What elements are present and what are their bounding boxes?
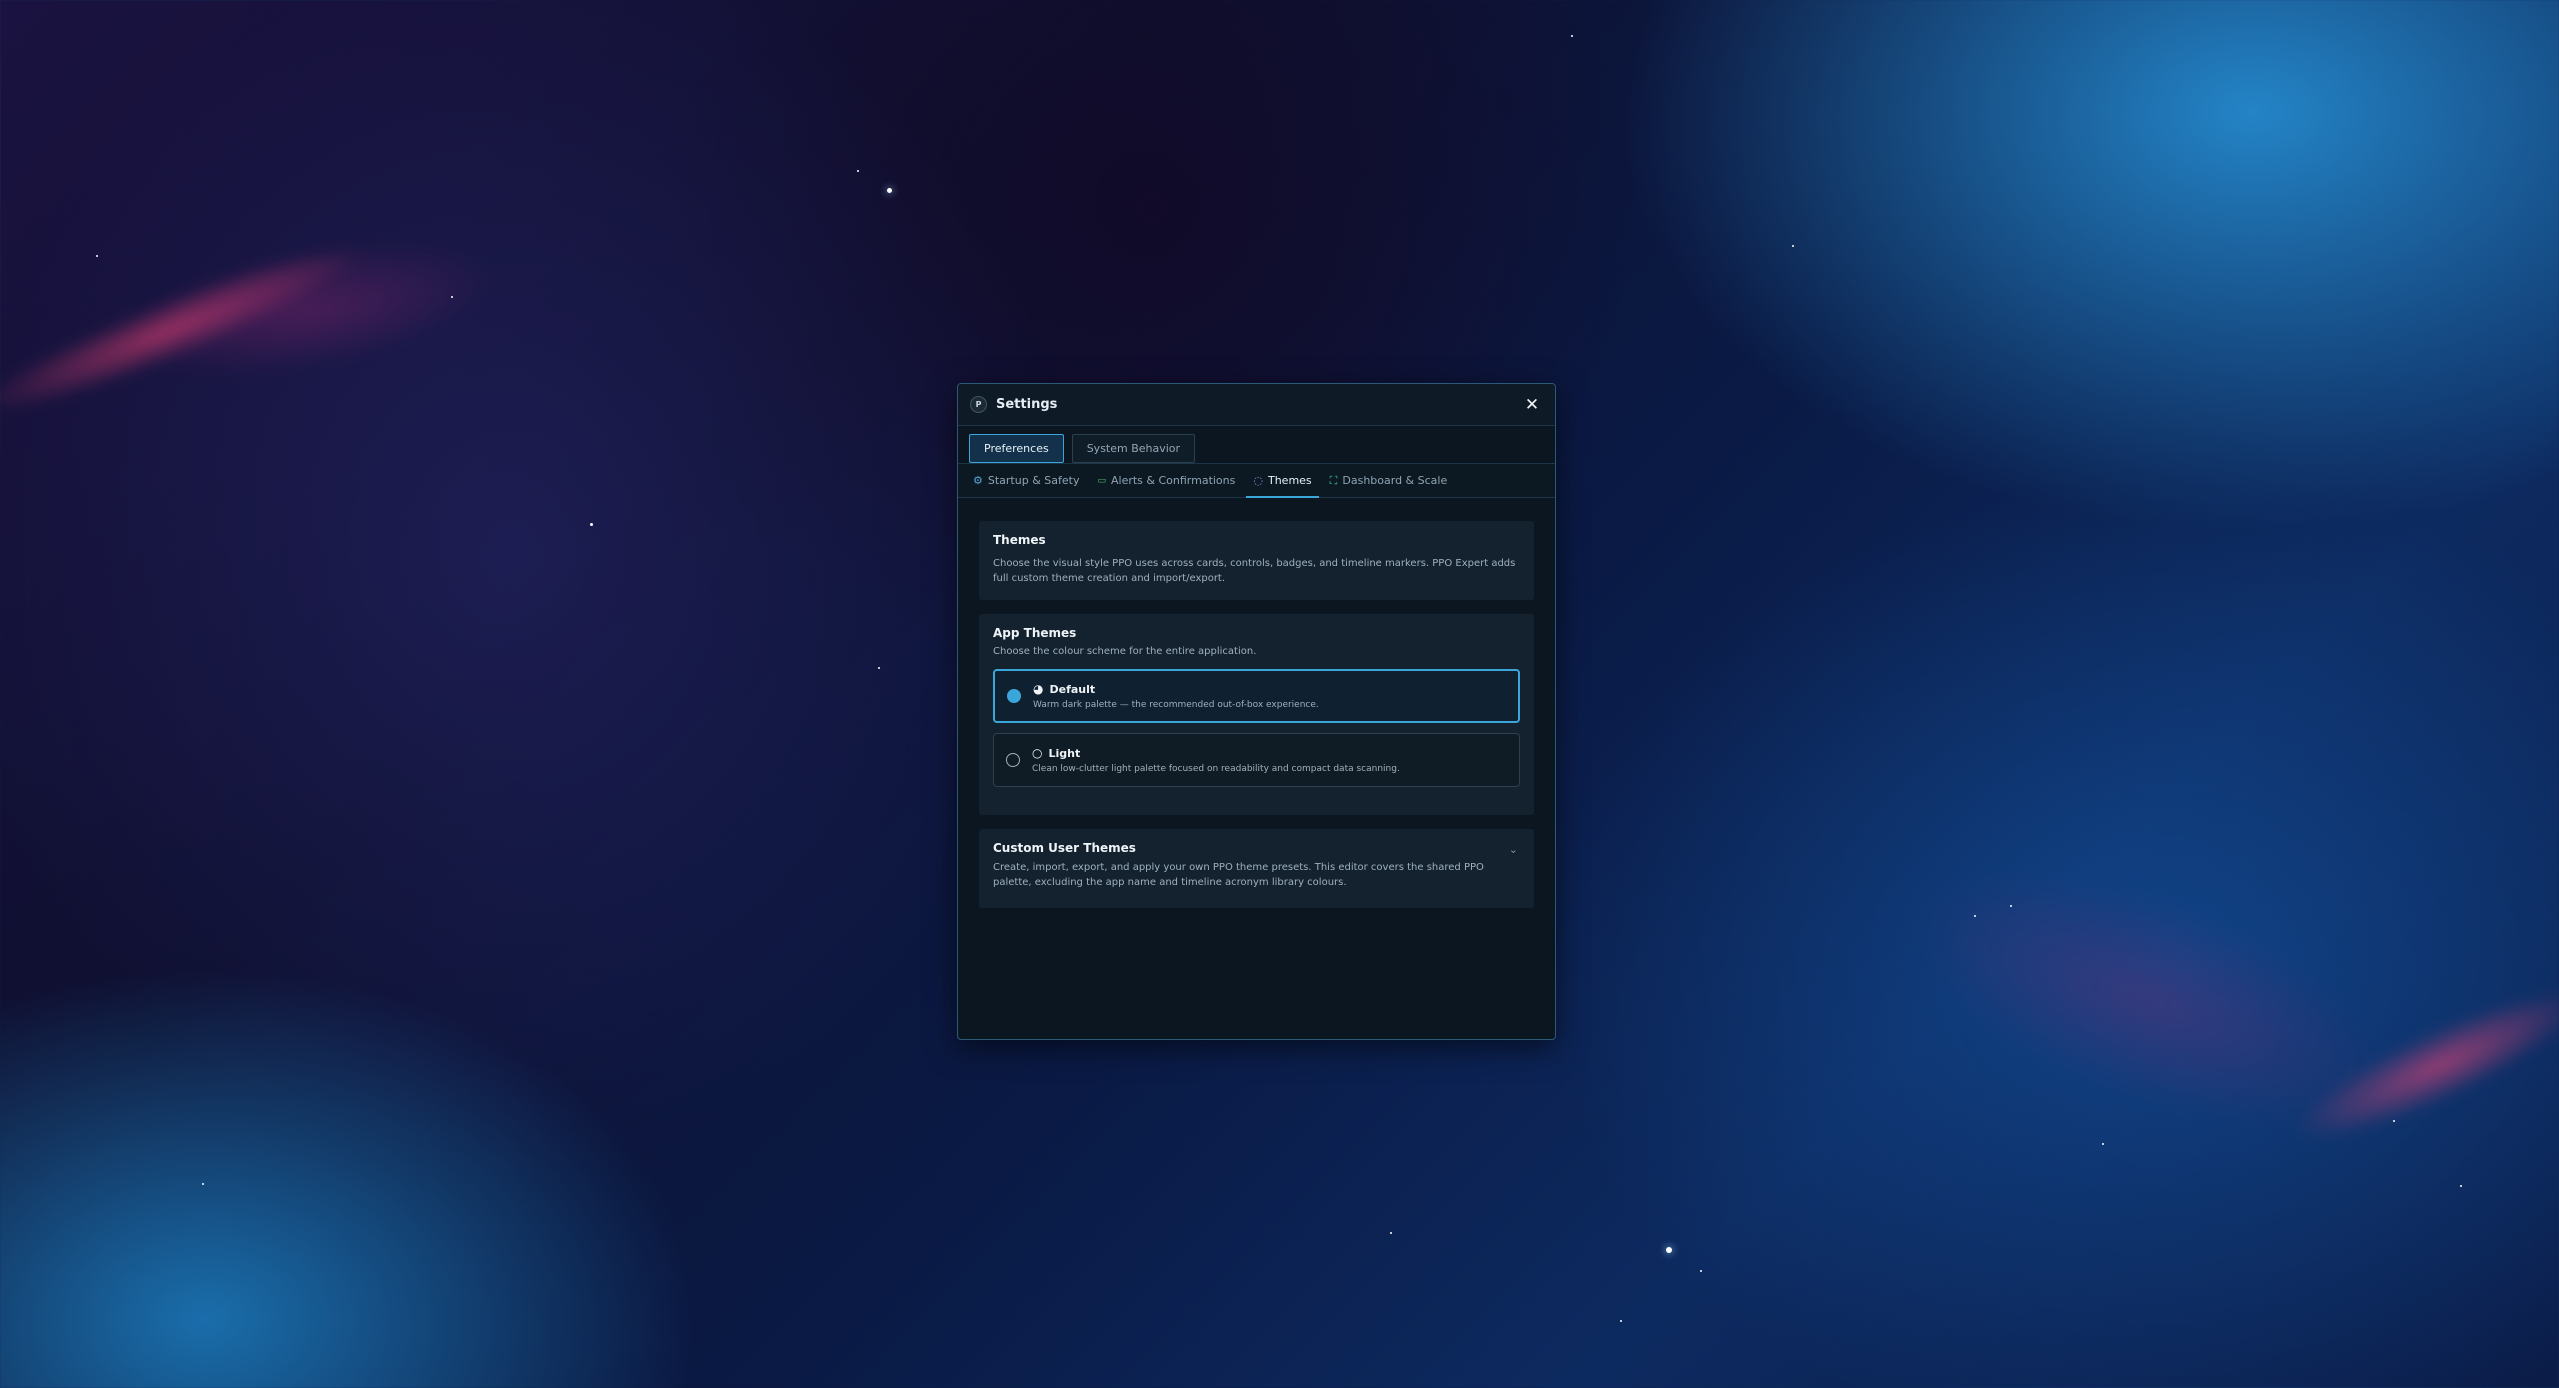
section-title: Themes (993, 533, 1046, 547)
top-tab-bar: Preferences System Behavior (958, 426, 1555, 464)
sub-tab-bar: ⚙ Startup & Safety ▭ Alerts & Confirmati… (958, 464, 1555, 498)
chat-bubble-icon: ▭ (1097, 475, 1106, 486)
subtab-label: Alerts & Confirmations (1110, 474, 1236, 487)
expand-icon: ⛶ (1329, 473, 1338, 487)
settings-dialog: P Settings ✕ Preferences System Behavior… (957, 383, 1556, 1040)
option-description: Clean low-clutter light palette focused … (1032, 764, 1400, 774)
subtab-themes[interactable]: ◌ Themes (1246, 464, 1319, 498)
option-text: ○ Light Clean low-clutter light palette … (1032, 746, 1400, 774)
custom-themes-card[interactable]: Custom User Themes Create, import, expor… (979, 829, 1534, 908)
radio-button[interactable] (1007, 689, 1021, 703)
settings-content: Themes Choose the visual style PPO uses … (958, 498, 1555, 908)
theme-option-default[interactable]: ◕ Default Warm dark palette — the recomm… (993, 669, 1520, 723)
option-name: ○ Light (1032, 746, 1400, 760)
half-moon-icon: ◕ (1033, 682, 1044, 696)
subtab-label: Startup & Safety (987, 474, 1080, 487)
subtab-label: Dashboard & Scale (1342, 474, 1448, 487)
option-label: Light (1048, 746, 1081, 760)
section-description: Choose the colour scheme for the entire … (993, 646, 1257, 657)
sun-outline-icon: ○ (1032, 746, 1043, 760)
option-text: ◕ Default Warm dark palette — the recomm… (1033, 682, 1319, 710)
option-description: Warm dark palette — the recommended out-… (1033, 700, 1319, 710)
tab-preferences[interactable]: Preferences (969, 434, 1064, 463)
tab-system-behavior[interactable]: System Behavior (1071, 434, 1196, 463)
app-themes-card: App Themes Choose the colour scheme for … (979, 614, 1534, 815)
section-description: Create, import, export, and apply your o… (993, 862, 1484, 888)
dialog-titlebar: P Settings ✕ (958, 384, 1555, 426)
chevron-down-icon[interactable]: ⌄ (1509, 843, 1518, 856)
section-description: Choose the visual style PPO uses across … (993, 558, 1516, 584)
option-name: ◕ Default (1033, 682, 1319, 696)
tab-label: System Behavior (1086, 442, 1181, 455)
palette-icon: ◌ (1253, 474, 1263, 487)
theme-option-light[interactable]: ○ Light Clean low-clutter light palette … (993, 733, 1520, 787)
subtab-alerts-confirmations[interactable]: ▭ Alerts & Confirmations (1090, 464, 1242, 497)
themes-intro-card: Themes Choose the visual style PPO uses … (979, 521, 1534, 600)
tab-label: Preferences (984, 442, 1049, 455)
section-title: Custom User Themes (993, 841, 1136, 855)
option-label: Default (1049, 682, 1096, 696)
close-button[interactable]: ✕ (1521, 394, 1543, 416)
subtab-label: Themes (1267, 474, 1312, 487)
section-title: App Themes (993, 626, 1077, 640)
close-icon: ✕ (1524, 394, 1540, 415)
gear-icon: ⚙ (973, 474, 983, 487)
dialog-title: Settings (996, 397, 1058, 412)
subtab-startup-safety[interactable]: ⚙ Startup & Safety (966, 464, 1086, 497)
app-logo-icon: P (970, 396, 987, 413)
subtab-dashboard-scale[interactable]: ⛶ Dashboard & Scale (1323, 464, 1455, 497)
radio-button[interactable] (1006, 753, 1020, 767)
